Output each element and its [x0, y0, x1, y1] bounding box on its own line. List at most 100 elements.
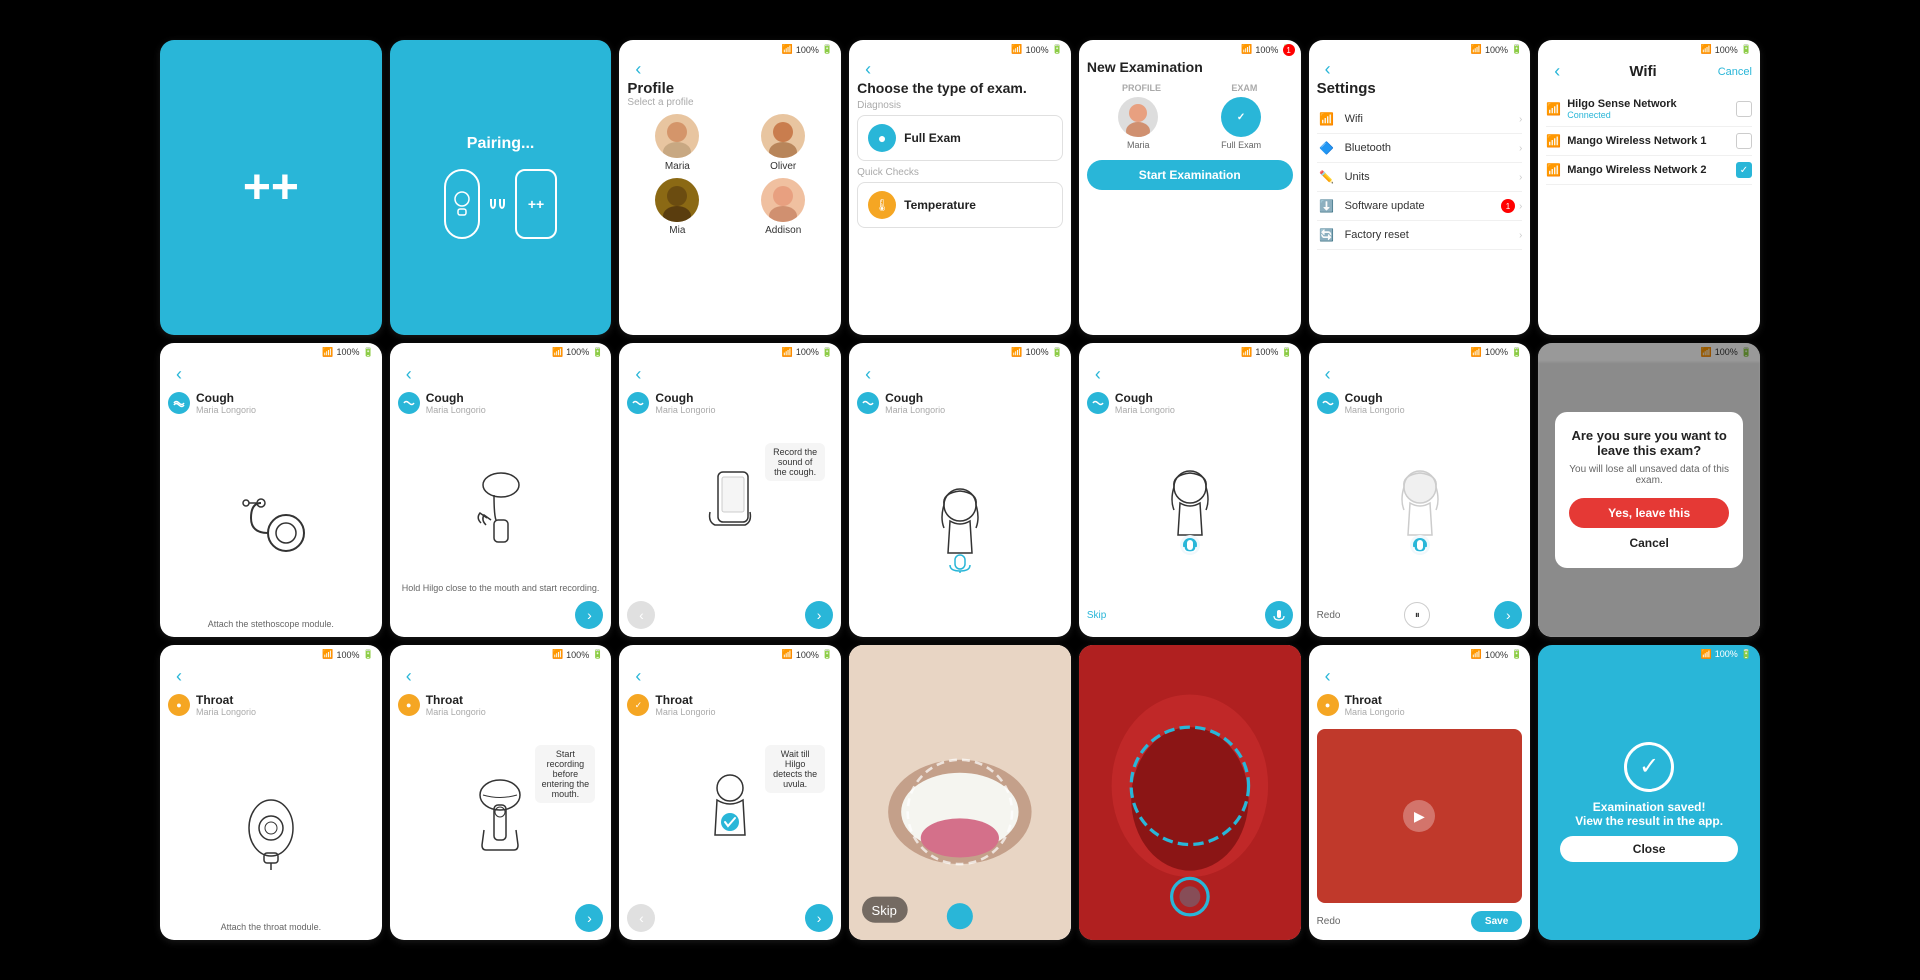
cough-icon	[627, 392, 649, 414]
nav-bottom: Skip	[1087, 597, 1293, 633]
new-exam-profiles: Maria ✓ Full Exam	[1087, 97, 1293, 150]
network-mango1[interactable]: 📶 Mango Wireless Network 1	[1546, 127, 1752, 156]
battery-text: 100%	[1485, 347, 1508, 357]
save-button[interactable]: Save	[1471, 911, 1522, 932]
confirm-leave-button[interactable]: Yes, leave this	[1569, 498, 1729, 528]
throat-video: ▶	[1317, 729, 1523, 903]
back-button[interactable]: ‹	[1317, 664, 1523, 689]
temperature-icon: 🌡	[868, 191, 896, 219]
back-button[interactable]: ‹	[627, 664, 833, 689]
wifi-signal-icon: 📶	[1546, 163, 1561, 177]
battery-text: 100%	[1485, 45, 1508, 55]
next-button[interactable]: ›	[805, 904, 833, 932]
settings-units[interactable]: ✏️ Units ›	[1317, 163, 1523, 192]
screen-cough-1: 📶 100% 🔋 ‹ Cough Maria Longorio	[160, 343, 382, 638]
uvula-illustration: Wait till Hilgo detects the uvula.	[627, 725, 833, 900]
back-button[interactable]: ‹	[1317, 57, 1339, 81]
screen-throat-3: 📶 100% 🔋 ‹ ✓ Throat Maria Longorio Wait …	[619, 645, 841, 940]
wifi-cancel-button[interactable]: Cancel	[1718, 66, 1752, 78]
chevron-icon: ›	[1519, 172, 1522, 183]
settings-update[interactable]: ⬇️ Software update 1 ›	[1317, 192, 1523, 221]
next-button[interactable]: ›	[805, 601, 833, 629]
back-button[interactable]: ‹	[627, 362, 833, 387]
mic-active-icon[interactable]	[1265, 601, 1293, 629]
redo-button[interactable]: Redo	[1317, 916, 1341, 927]
cancel-button[interactable]: Cancel	[1569, 536, 1729, 550]
prev-button[interactable]: ‹	[627, 904, 655, 932]
close-button[interactable]: Close	[1560, 836, 1737, 862]
prev-button[interactable]: ‹	[627, 601, 655, 629]
battery-text: 100%	[796, 650, 819, 660]
exam-header: Cough Maria Longorio	[1317, 387, 1523, 419]
screen-cough-5: 📶 100% 🔋 ‹ Cough Maria Longorio	[1079, 343, 1301, 638]
network-hilgo-check	[1736, 101, 1752, 117]
profile-mia[interactable]: Mia	[627, 178, 727, 236]
back-button[interactable]: ‹	[168, 664, 374, 689]
status-bar: 📶 100% 🔋	[1309, 343, 1531, 362]
settings-factory[interactable]: 🔄 Factory reset ›	[1317, 221, 1523, 250]
pause-button[interactable]: ⏸	[1404, 602, 1430, 628]
chevron-icon: ›	[1519, 201, 1522, 212]
throat-icon: ✓	[627, 694, 649, 716]
next-button[interactable]: ›	[575, 904, 603, 932]
screen-cough-4: 📶 100% 🔋 ‹ Cough Maria Longorio	[849, 343, 1071, 638]
back-button[interactable]: ‹	[398, 664, 604, 689]
back-button[interactable]: ‹	[1087, 362, 1293, 387]
start-examination-button[interactable]: Start Examination	[1087, 160, 1293, 190]
profile-name-addison: Addison	[765, 225, 801, 236]
back-button[interactable]: ‹	[168, 362, 374, 387]
signal-icon: 📶	[1701, 649, 1712, 660]
status-bar: 📶 100% 🔋	[1079, 343, 1301, 362]
skip-button[interactable]: Skip	[1087, 610, 1106, 621]
throat-title: Throat	[1345, 693, 1405, 707]
screen-logo: ++	[160, 40, 382, 335]
screen-throat-cam1: Skip	[849, 645, 1071, 940]
network-hilgo[interactable]: 📶 Hilgo Sense Network Connected	[1546, 92, 1752, 127]
screen-new-exam: 📶 100% 🔋 1 New Examination PROFILE EXAM	[1079, 40, 1301, 335]
device-phone: ++	[515, 169, 557, 239]
settings-bluetooth[interactable]: 🔷 Bluetooth ›	[1317, 134, 1523, 163]
full-exam-option[interactable]: ● Full Exam	[857, 115, 1063, 161]
throat-patient: Maria Longorio	[655, 707, 715, 717]
signal-icon: 📶	[1241, 44, 1252, 55]
temperature-option[interactable]: 🌡 Temperature	[857, 182, 1063, 228]
exam-header: Cough Maria Longorio	[168, 387, 374, 419]
next-button[interactable]: ›	[1494, 601, 1522, 629]
wifi-icon: 📶	[1317, 112, 1337, 126]
camera-view-throat	[1079, 645, 1301, 940]
back-button[interactable]: ‹	[1317, 362, 1523, 387]
play-button[interactable]: ▶	[1403, 800, 1435, 832]
redo-button[interactable]: Redo	[1317, 610, 1341, 621]
profile-oliver[interactable]: Oliver	[733, 114, 833, 172]
status-bar: 📶 100% 🔋	[160, 645, 382, 664]
battery-icon: 🔋	[362, 347, 373, 358]
nav-bottom: Redo ⏸ ›	[1317, 597, 1523, 633]
back-button[interactable]: ‹	[627, 57, 649, 81]
girl-mic-illustration	[1087, 423, 1293, 598]
battery-icon: 🔋	[592, 347, 603, 358]
profile-maria[interactable]: Maria	[627, 114, 727, 172]
battery-text: 100%	[336, 650, 359, 660]
profile-name-maria: Maria	[665, 161, 690, 172]
battery-icon: 🔋	[1052, 44, 1063, 55]
network-mango2[interactable]: 📶 Mango Wireless Network 2 ✓	[1546, 156, 1752, 185]
settings-wifi[interactable]: 📶 Wifi ›	[1317, 105, 1523, 134]
cough-patient: Maria Longorio	[1115, 405, 1175, 415]
cough-title: Cough	[885, 391, 945, 405]
back-button[interactable]: ‹	[857, 362, 1063, 387]
factory-icon: 🔄	[1317, 228, 1337, 242]
back-button[interactable]: ‹	[1546, 59, 1568, 84]
throat-title: Throat	[196, 693, 256, 707]
back-button[interactable]: ‹	[857, 57, 879, 81]
exam-type-check: ✓	[1237, 112, 1245, 123]
temperature-label: Temperature	[904, 198, 976, 212]
pairing-devices: ++	[444, 169, 557, 239]
back-button[interactable]: ‹	[398, 362, 604, 387]
settings-update-label: Software update	[1345, 200, 1501, 212]
next-button[interactable]: ›	[575, 601, 603, 629]
profile-addison[interactable]: Addison	[733, 178, 833, 236]
screen-pairing: Pairing... ++	[390, 40, 612, 335]
quick-checks-label: Quick Checks	[857, 167, 1063, 178]
screen-profile: 📶 100% 🔋 ‹ Profile Select a profile Mari…	[619, 40, 841, 335]
network-hilgo-info: Hilgo Sense Network Connected	[1567, 98, 1736, 120]
